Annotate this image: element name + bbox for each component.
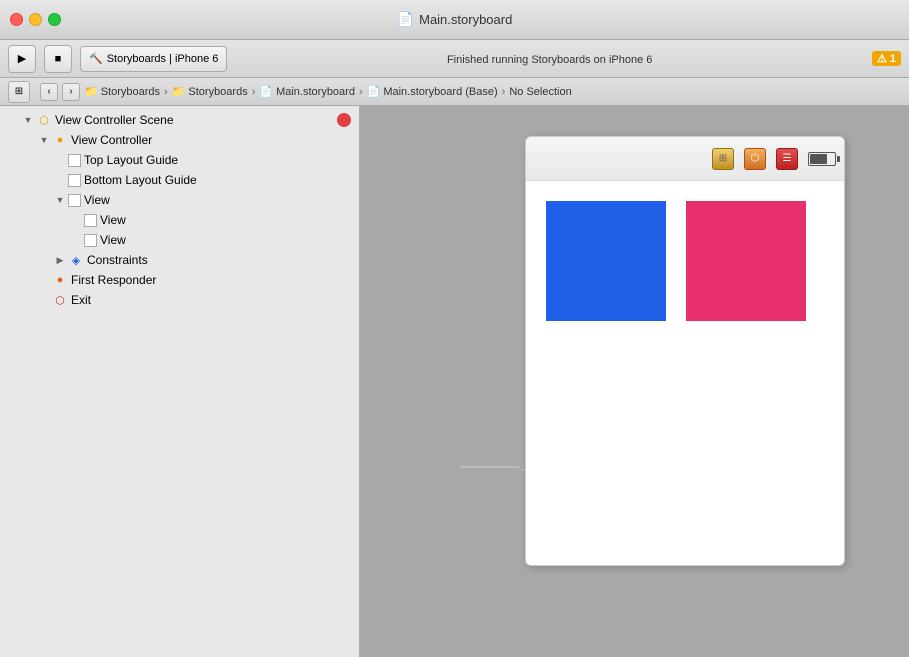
blg-icon <box>68 174 81 187</box>
view-parent-label: View <box>84 193 110 207</box>
scheme-icon: 🔨 <box>89 52 103 65</box>
tree-item-first-responder[interactable]: ● First Responder <box>0 270 359 290</box>
grid-view-button[interactable]: ⊞ <box>8 81 30 103</box>
minimize-button[interactable] <box>29 13 42 26</box>
bottom-layout-guide-label: Bottom Layout Guide <box>84 173 197 187</box>
exit-icon: ⬡ <box>52 292 68 308</box>
toolbar: ▶ ■ 🔨 Storyboards | iPhone 6 Finished ru… <box>0 40 909 78</box>
window-title: 📄 Main.storyboard <box>397 11 513 28</box>
arrow-view-parent <box>52 192 68 208</box>
tree-item-viewcontroller[interactable]: ● View Controller <box>0 130 359 150</box>
breadcrumb-back-button[interactable]: ‹ <box>40 83 58 101</box>
canvas-inner: ——→ ⊞ ⬡ ☰ <box>360 106 909 657</box>
breadcrumb-forward-button[interactable]: › <box>62 83 80 101</box>
arrow-scene <box>20 112 36 128</box>
constraints-icon: ◈ <box>68 252 84 268</box>
tree-item-view-parent[interactable]: View <box>0 190 359 210</box>
breadcrumb-sep-2: › <box>252 86 256 98</box>
scheme-selector[interactable]: 🔨 Storyboards | iPhone 6 <box>80 46 227 72</box>
folder-icon-1: 📁 <box>84 85 98 98</box>
maximize-button[interactable] <box>48 13 61 26</box>
status-message: Finished running Storyboards on iPhone 6 <box>447 54 652 66</box>
iphone-icon-1: ⊞ <box>712 148 734 170</box>
stop-button[interactable]: ■ <box>44 45 72 73</box>
window-title-text: Main.storyboard <box>419 12 512 27</box>
breadcrumb-sep-1: › <box>164 86 168 98</box>
folder-icon-2: 📁 <box>172 85 186 98</box>
iphone-mockup: ⊞ ⬡ ☰ <box>525 136 845 566</box>
tree-item-exit[interactable]: ⬡ Exit <box>0 290 359 310</box>
tree-item-top-layout[interactable]: Top Layout Guide <box>0 150 359 170</box>
exit-label: Exit <box>71 293 91 307</box>
scene-icon: ⬡ <box>36 112 52 128</box>
warning-badge[interactable]: ⚠ 1 <box>872 51 901 66</box>
top-layout-guide-label: Top Layout Guide <box>84 153 178 167</box>
vc-icon: ● <box>52 132 68 148</box>
file-icon-4: 📄 <box>367 85 381 98</box>
breadcrumb-item-5[interactable]: No Selection <box>509 86 571 98</box>
tree-item-scene[interactable]: ⬡ View Controller Scene <box>0 110 359 130</box>
traffic-lights <box>10 13 61 26</box>
status-bar: Finished running Storyboards on iPhone 6 <box>235 52 864 66</box>
breadcrumb-bar: ⊞ ‹ › 📁 Storyboards › 📁 Storyboards › 📄 … <box>0 78 909 106</box>
tree-item-view-child2[interactable]: View <box>0 230 359 250</box>
iphone-toolbar: ⊞ ⬡ ☰ <box>526 137 844 181</box>
first-responder-label: First Responder <box>71 273 156 287</box>
vc-label: View Controller <box>71 133 152 147</box>
iphone-body <box>526 181 844 341</box>
arrow-vc <box>36 132 52 148</box>
play-button[interactable]: ▶ <box>8 45 36 73</box>
play-icon: ▶ <box>18 52 26 65</box>
fr-icon: ● <box>52 272 68 288</box>
battery-icon <box>808 152 836 166</box>
view-c2-icon <box>84 234 97 247</box>
scene-badge <box>337 113 351 127</box>
tlg-icon <box>68 154 81 167</box>
constraints-label: Constraints <box>87 253 148 267</box>
iphone-icon-2: ⬡ <box>744 148 766 170</box>
breadcrumb-item-4[interactable]: 📄 Main.storyboard (Base) <box>367 85 498 98</box>
tree-item-constraints[interactable]: ◈ Constraints <box>0 250 359 270</box>
blue-view <box>546 201 666 321</box>
view-c1-icon <box>84 214 97 227</box>
view-child2-label: View <box>100 233 126 247</box>
stop-icon: ■ <box>55 53 62 65</box>
pink-view <box>686 201 806 321</box>
iphone-icon-3: ☰ <box>776 148 798 170</box>
storyboard-canvas[interactable]: ——→ ⊞ ⬡ ☰ <box>360 106 909 657</box>
view-child1-label: View <box>100 213 126 227</box>
tree-item-bottom-layout[interactable]: Bottom Layout Guide <box>0 170 359 190</box>
breadcrumb-item-1[interactable]: 📁 Storyboards <box>84 85 160 98</box>
view-parent-icon <box>68 194 81 207</box>
breadcrumb-sep-3: › <box>359 86 363 98</box>
file-icon: 📄 <box>397 11 414 28</box>
file-icon-3: 📄 <box>259 85 273 98</box>
main-content: ⬡ View Controller Scene ● View Controlle… <box>0 106 909 657</box>
arrow-constraints <box>52 252 68 268</box>
tree-item-view-child1[interactable]: View <box>0 210 359 230</box>
scene-label: View Controller Scene <box>55 113 174 127</box>
battery-fill <box>810 154 827 164</box>
breadcrumb-item-3[interactable]: 📄 Main.storyboard <box>259 85 355 98</box>
breadcrumb-item-2[interactable]: 📁 Storyboards <box>172 85 248 98</box>
nav-tree: ⬡ View Controller Scene ● View Controlle… <box>0 106 359 314</box>
navigator-sidebar: ⬡ View Controller Scene ● View Controlle… <box>0 106 360 657</box>
breadcrumb-sep-4: › <box>502 86 506 98</box>
close-button[interactable] <box>10 13 23 26</box>
scheme-label: Storyboards | iPhone 6 <box>107 53 219 65</box>
title-bar: 📄 Main.storyboard <box>0 0 909 40</box>
